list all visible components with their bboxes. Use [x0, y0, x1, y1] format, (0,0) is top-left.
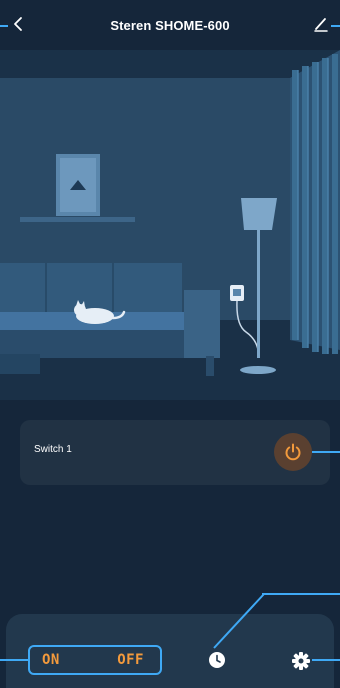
back-button[interactable] — [8, 13, 30, 35]
all-off-button[interactable]: OFF — [117, 652, 144, 668]
callout-line-settings — [312, 659, 340, 661]
page-title: Steren SHOME-600 — [110, 17, 230, 33]
timer-button[interactable] — [208, 651, 226, 669]
settings-button[interactable] — [291, 651, 311, 671]
device-screen: Steren SHOME-600 Switch 1 ON OFF — [0, 0, 340, 688]
gear-icon — [292, 652, 310, 670]
edit-button[interactable] — [310, 13, 332, 35]
power-icon — [285, 443, 301, 461]
callout-line-timer-diag — [213, 593, 265, 649]
header: Steren SHOME-600 — [0, 0, 340, 50]
chevron-left-icon — [14, 17, 22, 31]
switch-card[interactable]: Switch 1 — [20, 420, 330, 485]
on-off-toggle-group: ON OFF — [28, 645, 162, 675]
room-illustration — [0, 50, 340, 400]
callout-line-power — [312, 451, 340, 453]
bottom-control-bar: ON OFF — [6, 614, 334, 688]
clock-icon — [209, 652, 225, 668]
callout-line-timer-h — [262, 593, 340, 595]
power-button[interactable] — [274, 433, 312, 471]
living-room-image — [0, 50, 340, 400]
all-on-button[interactable]: ON — [42, 652, 60, 668]
pencil-icon — [314, 18, 328, 32]
switch-label: Switch 1 — [34, 444, 72, 455]
callout-line-toggle — [0, 659, 28, 661]
